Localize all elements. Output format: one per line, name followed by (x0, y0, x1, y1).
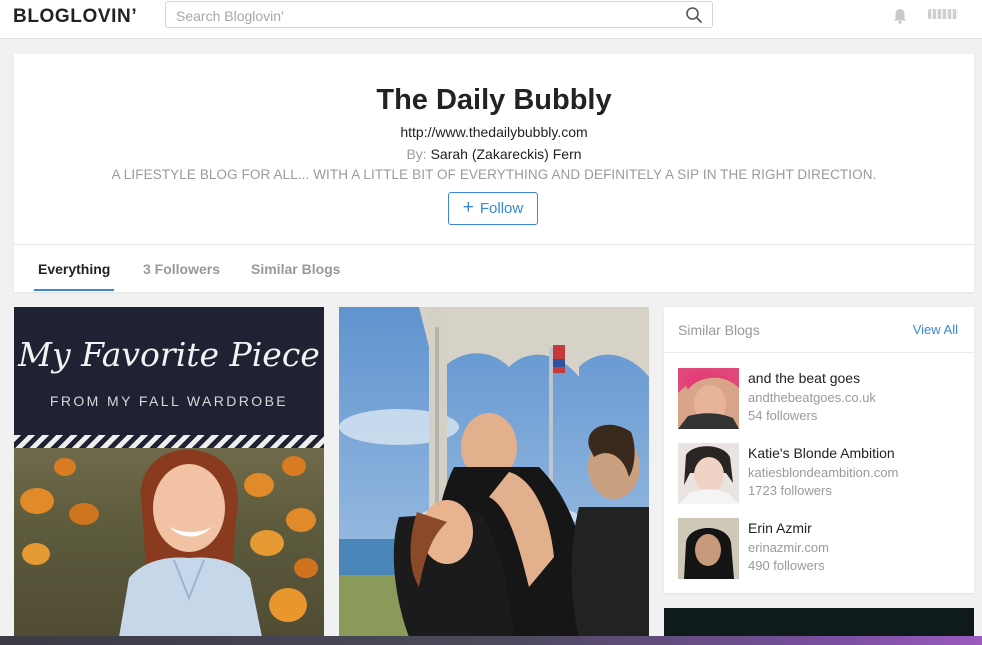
blog-thumbnail (678, 443, 739, 504)
similar-blog-item[interactable]: Erin Azmir erinazmir.com 490 followers (678, 518, 968, 580)
post-card[interactable]: My Favorite Piece FROM MY FALL WARDROBE (14, 307, 324, 637)
blog-url-link[interactable]: http://www.thedailybubbly.com (14, 124, 974, 140)
wedding-photo (339, 307, 649, 637)
similar-blog-name[interactable]: and the beat goes (748, 370, 860, 386)
person-illustration (119, 449, 262, 637)
post-photo (14, 448, 324, 637)
similar-blog-url: erinazmir.com (748, 540, 829, 555)
author-prefix: By: (406, 146, 427, 162)
blog-title: The Daily Bubbly (376, 84, 612, 116)
search-input[interactable] (174, 5, 678, 27)
blog-thumbnail (678, 368, 739, 429)
panel-divider (664, 352, 974, 353)
tab-everything[interactable]: Everything (38, 261, 110, 277)
similar-blog-followers: 490 followers (748, 558, 825, 573)
post-card[interactable] (339, 307, 649, 637)
similar-blog-name[interactable]: Erin Azmir (748, 520, 812, 536)
view-all-link[interactable]: View All (913, 322, 958, 337)
user-avatar[interactable] (928, 9, 958, 19)
similar-blog-item[interactable]: and the beat goes andthebeatgoes.co.uk 5… (678, 368, 968, 430)
blog-header-card: The Daily Bubbly http://www.thedailybubb… (14, 54, 974, 292)
similar-blog-url: katiesblondeambition.com (748, 465, 899, 480)
tab-similar-blogs[interactable]: Similar Blogs (251, 261, 340, 277)
blog-author: By: Sarah (Zakareckis) Fern (14, 146, 974, 162)
post-image-subtitle: FROM MY FALL WARDROBE (49, 393, 289, 409)
blog-thumbnail (678, 518, 739, 579)
plus-icon: + (462, 197, 474, 218)
bell-icon[interactable] (891, 7, 909, 25)
search-box[interactable] (165, 1, 713, 28)
post-image-title: My Favorite Piece (18, 335, 320, 374)
decorative-stripes (14, 435, 324, 448)
similar-blogs-panel: Similar Blogs View All and the beat goes… (664, 307, 974, 593)
tabs-divider (14, 244, 974, 245)
bottom-window-strip (0, 636, 982, 645)
blog-description: A LIFESTYLE BLOG FOR ALL... WITH A LITTL… (111, 167, 877, 182)
tab-followers[interactable]: 3 Followers (143, 261, 220, 277)
similar-blog-followers: 1723 followers (748, 483, 832, 498)
similar-blogs-title: Similar Blogs (678, 322, 760, 338)
similar-blog-url: andthebeatgoes.co.uk (748, 390, 876, 405)
search-icon[interactable] (685, 6, 703, 24)
bloglovin-logo[interactable]: BLOGLOVIN’ (13, 6, 137, 28)
author-name: Sarah (Zakareckis) Fern (430, 146, 582, 162)
follow-label: Follow (479, 200, 524, 217)
top-navigation-bar: BLOGLOVIN’ (0, 0, 982, 39)
similar-blog-name[interactable]: Katie's Blonde Ambition (748, 445, 895, 461)
similar-blog-followers: 54 followers (748, 408, 818, 423)
follow-button[interactable]: + Follow (448, 192, 538, 225)
similar-blog-item[interactable]: Katie's Blonde Ambition katiesblondeambi… (678, 443, 968, 505)
active-tab-underline (34, 289, 114, 291)
